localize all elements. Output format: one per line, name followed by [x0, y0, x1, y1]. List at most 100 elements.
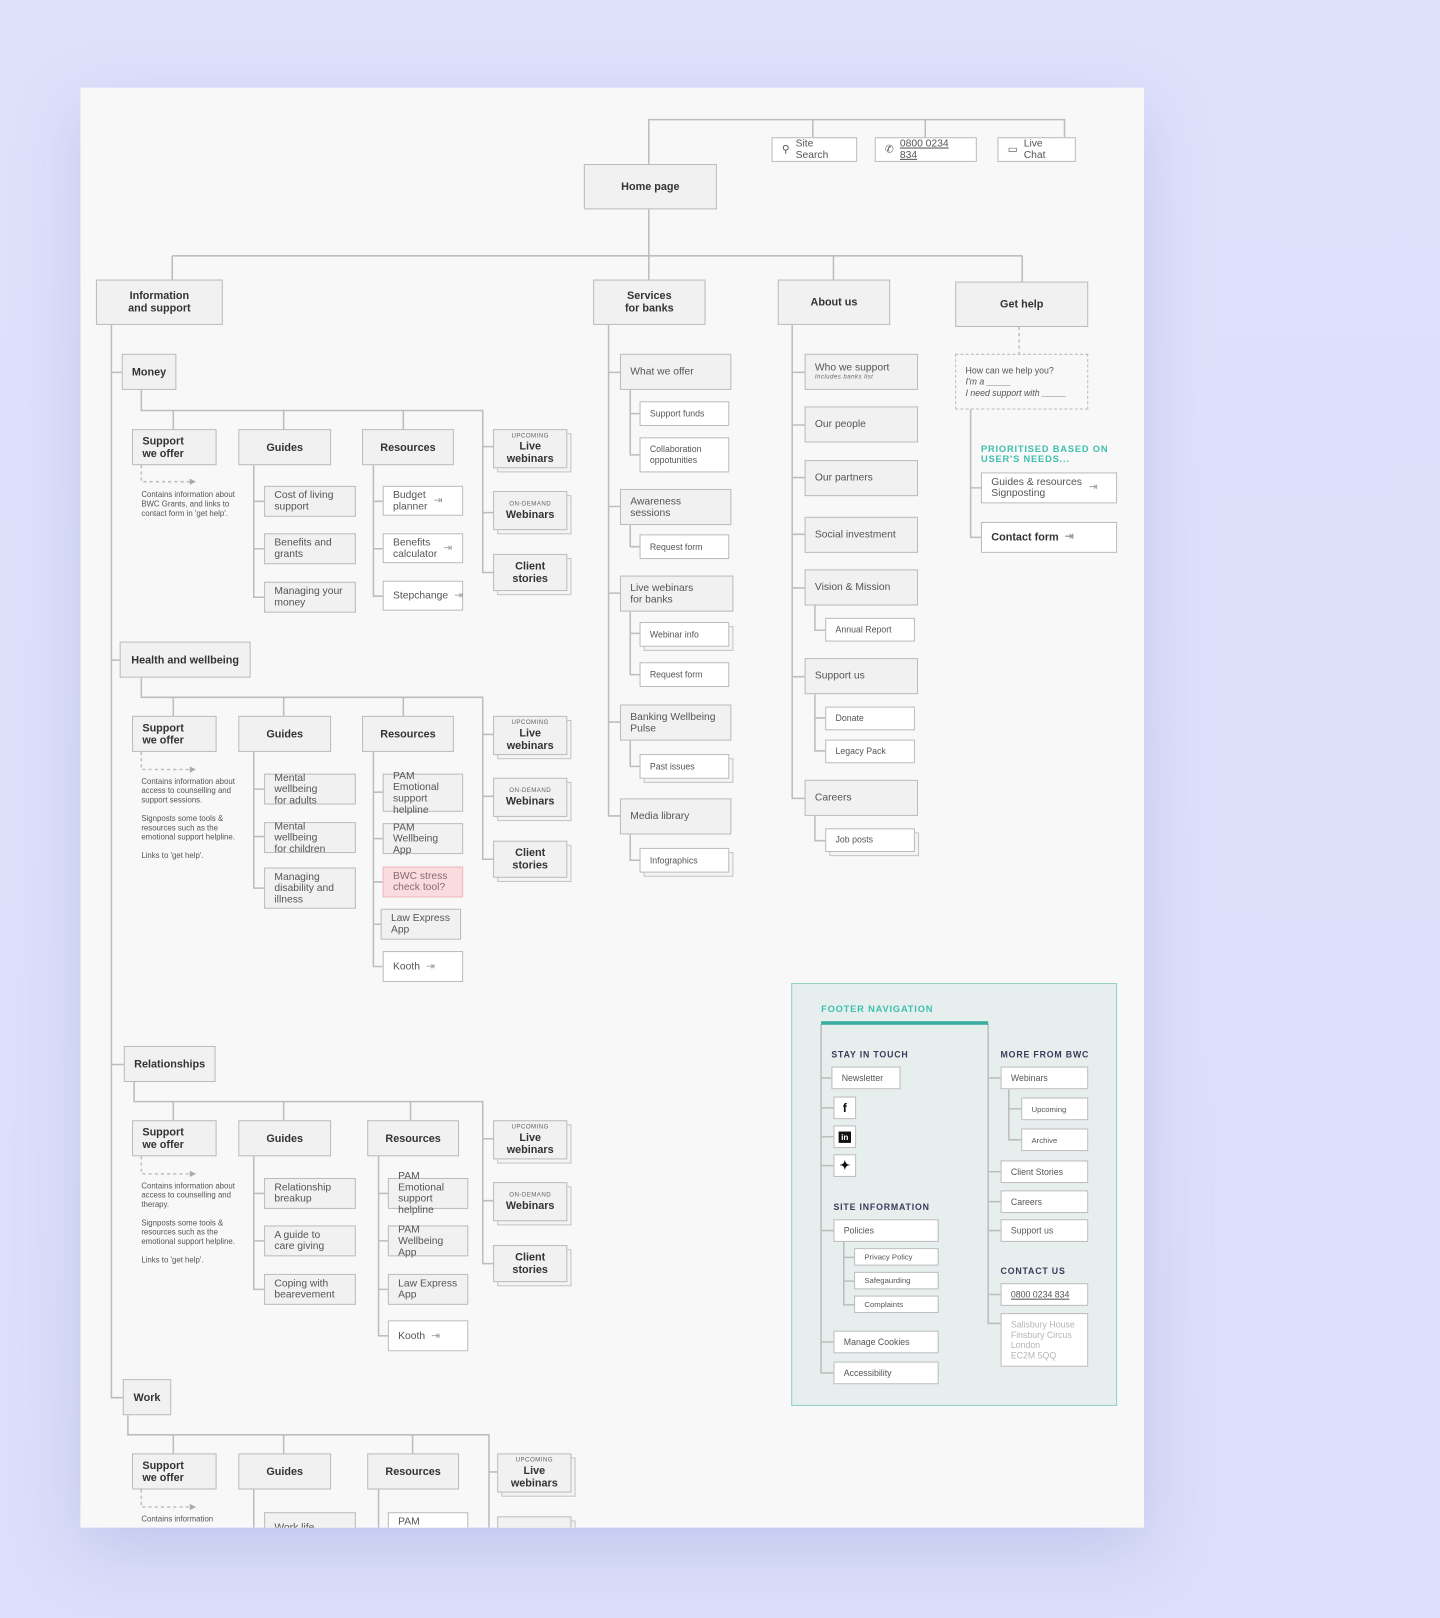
support-we-offer-node[interactable]: Support we offer	[132, 1120, 217, 1157]
guide-item[interactable]: Managing your money	[264, 581, 356, 613]
guides-node[interactable]: Guides	[238, 429, 332, 466]
footer-phone-link[interactable]: 0800 0234 834	[1000, 1283, 1089, 1306]
about-subitem[interactable]: Legacy Pack	[825, 739, 915, 764]
services-subitem[interactable]: Infographics	[639, 847, 730, 873]
support-we-offer-node[interactable]: Support we offer	[132, 715, 217, 752]
services-item[interactable]: Live webinars for banks	[619, 575, 734, 612]
social-link[interactable]: f	[833, 1096, 857, 1120]
about-subitem[interactable]: Job posts	[825, 828, 915, 853]
about-item[interactable]: Vision & Mission	[804, 569, 919, 606]
topic-0-node[interactable]: Money	[121, 353, 177, 390]
info-support-node[interactable]: Information and support	[95, 279, 223, 325]
guide-item[interactable]: Mental wellbeing for adults	[264, 772, 356, 806]
resource-item[interactable]: Stepchange ⇥	[382, 580, 464, 611]
guide-item[interactable]: Cost of living support	[264, 485, 356, 517]
topic-2-node[interactable]: Relationships	[123, 1045, 216, 1083]
resource-item[interactable]: Kooth ⇥	[387, 1320, 469, 1352]
live-chat-button[interactable]: ▭ Live Chat	[997, 137, 1076, 162]
resource-item[interactable]: PAM Emotional	[387, 1512, 469, 1528]
content-card[interactable]: UPCOMING Live webinars	[493, 1120, 568, 1160]
resources-node[interactable]: Resources	[362, 715, 454, 752]
help-question-box[interactable]: How can we help you? I'm a _____ I need su…	[955, 353, 1089, 410]
guides-resources-link[interactable]: Guides & resources Signposting ⇥	[980, 472, 1118, 504]
resource-item[interactable]: Kooth ⇥	[382, 951, 464, 982]
resource-item[interactable]: PAM Emotional support helpline	[387, 1171, 469, 1216]
resource-item[interactable]: Law Express App	[387, 1273, 469, 1305]
manage-cookies-link[interactable]: Manage Cookies	[833, 1330, 939, 1354]
topic-1-node[interactable]: Health and wellbeing	[119, 641, 251, 678]
content-card[interactable]: Client stories	[493, 553, 568, 592]
content-card[interactable]: ON-DEMAND Webinars	[493, 1182, 568, 1222]
about-node[interactable]: About us	[777, 279, 891, 325]
guide-item[interactable]: Mental wellbeing for children	[264, 821, 356, 855]
content-card[interactable]: UPCOMING Live webinars	[493, 429, 568, 469]
services-item[interactable]: Media library	[619, 798, 732, 835]
services-item[interactable]: Banking Wellbeing Pulse	[619, 704, 732, 741]
newsletter-link[interactable]: Newsletter	[831, 1066, 901, 1090]
about-item[interactable]: Who we support Includes banks list	[804, 353, 919, 390]
guides-node[interactable]: Guides	[238, 1120, 332, 1157]
content-card[interactable]: UPCOMING Live webinars	[497, 1453, 572, 1493]
about-item[interactable]: Careers	[804, 779, 919, 816]
guide-item[interactable]: Work life	[264, 1512, 356, 1528]
content-card[interactable]: ON-DEMAND	[497, 1516, 572, 1528]
services-subitem[interactable]: Request form	[639, 534, 730, 560]
guide-item[interactable]: Benefits and grants	[264, 533, 356, 565]
webinar-sub-link[interactable]: Archive	[1021, 1128, 1089, 1152]
support-we-offer-node[interactable]: Support we offer	[132, 1453, 217, 1490]
phone-link[interactable]: ✆ 0800 0234 834	[874, 137, 977, 162]
about-item[interactable]: Support us	[804, 658, 919, 695]
services-subitem[interactable]: Request form	[639, 662, 730, 687]
content-card[interactable]: UPCOMING Live webinars	[493, 715, 568, 756]
resources-node[interactable]: Resources	[362, 429, 454, 466]
social-link[interactable]: in	[833, 1125, 857, 1149]
get-help-node[interactable]: Get help	[955, 281, 1089, 327]
client-stories-link[interactable]: Client Stories	[1000, 1160, 1089, 1184]
policy-link[interactable]: Privacy Policy	[854, 1248, 939, 1266]
services-node[interactable]: Services for banks	[593, 279, 706, 325]
about-item[interactable]: Our partners	[804, 460, 919, 497]
guide-item[interactable]: Relationship breakup	[264, 1177, 356, 1209]
resource-item[interactable]: Benefits calculator ⇥	[382, 533, 464, 564]
webinar-sub-link[interactable]: Upcoming	[1021, 1097, 1089, 1121]
content-card[interactable]: ON-DEMAND Webinars	[493, 490, 568, 531]
home-page-node[interactable]: Home page	[583, 164, 717, 210]
about-item[interactable]: Our people	[804, 406, 919, 443]
guide-item[interactable]: A guide to care giving	[264, 1225, 356, 1257]
content-card[interactable]: ON-DEMAND Webinars	[493, 777, 568, 817]
webinars-link[interactable]: Webinars	[1000, 1066, 1089, 1090]
services-subitem[interactable]: Support funds	[639, 401, 730, 427]
resource-item[interactable]: PAM Wellbeing App	[382, 822, 464, 856]
services-subitem[interactable]: Webinar info	[639, 621, 730, 647]
services-subitem[interactable]: Collaboration oppotunities	[639, 437, 730, 473]
content-card[interactable]: Client stories	[493, 840, 568, 878]
resources-node[interactable]: Resources	[367, 1120, 460, 1157]
social-link[interactable]: ✦	[833, 1154, 857, 1177]
about-item[interactable]: Social investment	[804, 516, 919, 553]
services-item[interactable]: What we offer	[619, 353, 732, 390]
topic-3-node[interactable]: Work	[122, 1379, 172, 1416]
policy-link[interactable]: Safegaurding	[854, 1271, 939, 1290]
about-subitem[interactable]: Donate	[825, 706, 915, 731]
about-subitem[interactable]: Annual Report	[825, 617, 915, 642]
policies-link[interactable]: Policies	[833, 1219, 939, 1242]
resource-item[interactable]: Law Express App	[380, 908, 462, 940]
policy-link[interactable]: Complaints	[854, 1295, 939, 1314]
resource-item[interactable]: PAM Wellbeing App	[387, 1224, 469, 1258]
support-us-link[interactable]: Support us	[1000, 1219, 1089, 1242]
accessibility-link[interactable]: Accessibility	[833, 1361, 939, 1385]
contact-form-link[interactable]: Contact form ⇥	[980, 521, 1118, 553]
services-item[interactable]: Awareness sessions	[619, 488, 732, 526]
services-subitem[interactable]: Past issues	[639, 754, 730, 779]
guides-node[interactable]: Guides	[238, 715, 332, 752]
guide-item[interactable]: Managing disability and illness	[264, 867, 356, 909]
resources-node[interactable]: Resources	[367, 1453, 460, 1490]
support-we-offer-node[interactable]: Support we offer	[132, 429, 217, 466]
guides-node[interactable]: Guides	[238, 1453, 332, 1490]
resource-item[interactable]: Budget planner ⇥	[382, 485, 464, 516]
guide-item[interactable]: Coping with bearevement	[264, 1273, 356, 1305]
content-card[interactable]: Client stories	[493, 1245, 568, 1283]
resource-item[interactable]: PAM Emotional support helpline	[382, 770, 464, 815]
careers-link[interactable]: Careers	[1000, 1190, 1089, 1214]
resource-item[interactable]: BWC stress check tool?	[382, 866, 464, 898]
